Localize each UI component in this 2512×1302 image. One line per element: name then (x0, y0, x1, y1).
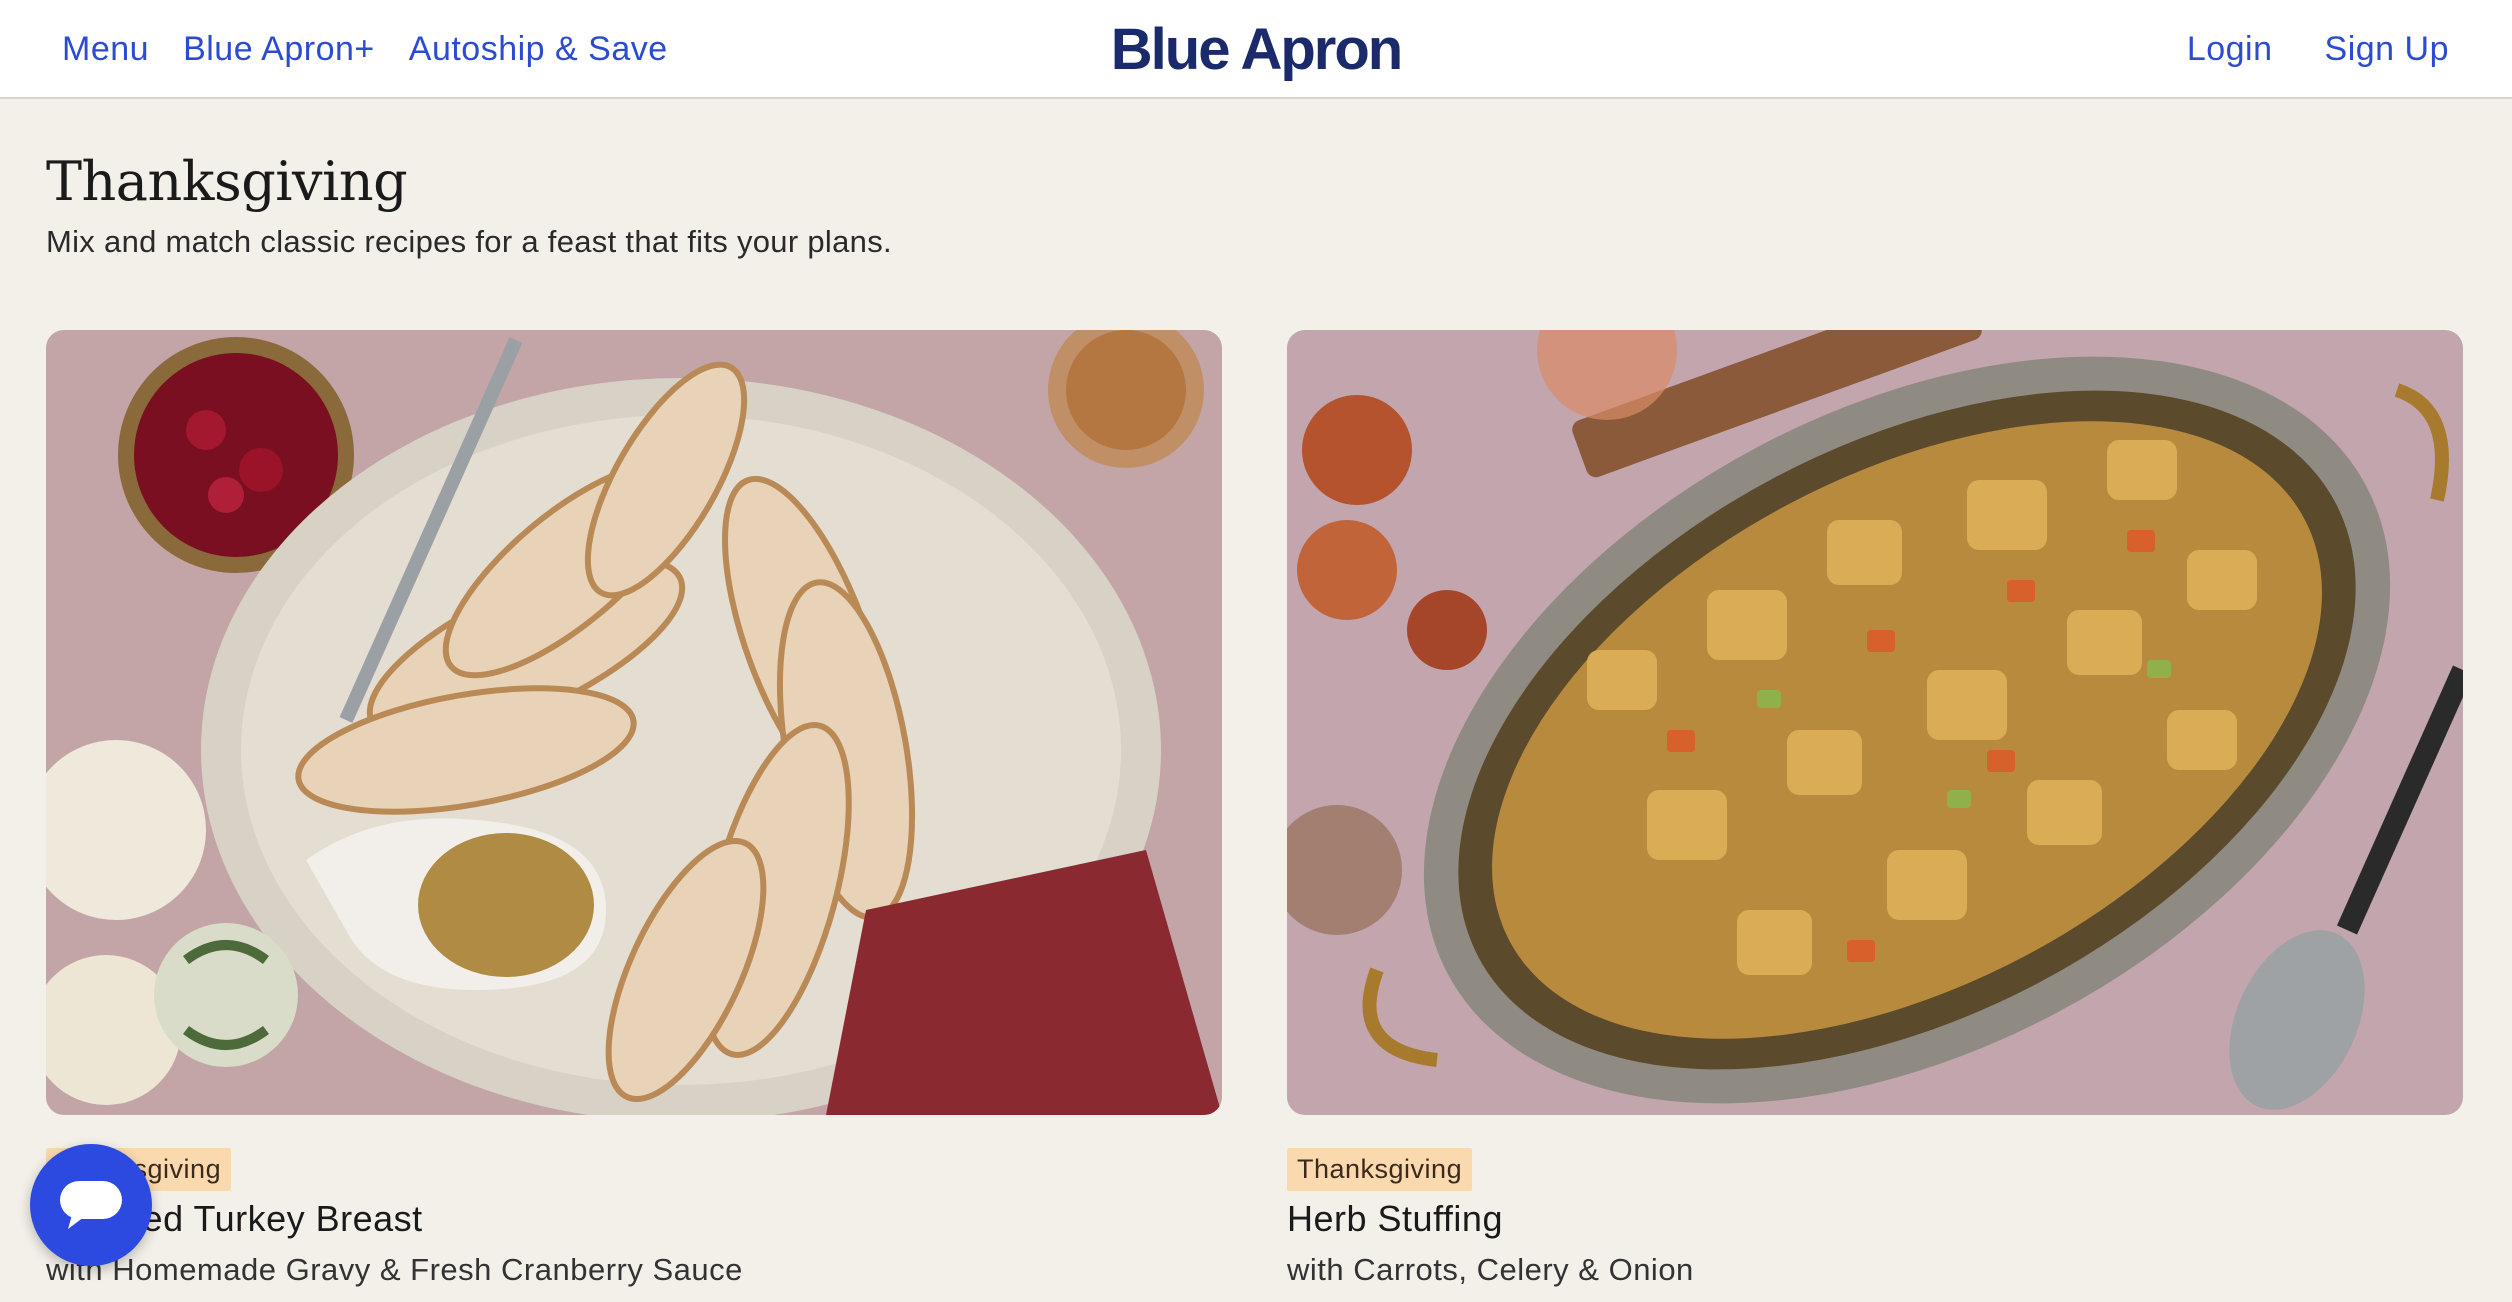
top-nav-bar: Menu Blue Apron+ Autoship & Save Blue Ap… (0, 0, 2512, 99)
recipe-description: with Carrots, Celery & Onion (1287, 1252, 1694, 1287)
nav-blue-apron-plus-link[interactable]: Blue Apron+ (183, 30, 375, 69)
recipe-card-turkey[interactable]: Thanksgiving Roasted Turkey Breast with … (46, 330, 1222, 1287)
primary-nav: Menu Blue Apron+ Autoship & Save (62, 0, 668, 99)
turkey-platter-photo[interactable] (46, 330, 1222, 1115)
recipe-title[interactable]: Herb Stuffing (1287, 1198, 1503, 1240)
recipe-card-stuffing[interactable]: Thanksgiving Herb Stuffing with Carrots,… (1287, 330, 2463, 1287)
nav-menu-link[interactable]: Menu (62, 30, 149, 69)
recipe-description: with Homemade Gravy & Fresh Cranberry Sa… (46, 1252, 743, 1287)
card-tag: Thanksgiving (1287, 1148, 1473, 1191)
chat-button[interactable] (30, 1144, 152, 1266)
account-nav: Login Sign Up (2187, 0, 2449, 99)
nav-autoship-link[interactable]: Autoship & Save (409, 30, 668, 69)
brand-logo[interactable]: Blue Apron (1111, 16, 1403, 83)
chat-bubble-icon (60, 1181, 122, 1229)
login-link[interactable]: Login (2187, 30, 2273, 69)
stuffing-pan-photo[interactable] (1287, 330, 2463, 1115)
sign-up-link[interactable]: Sign Up (2325, 30, 2449, 69)
page-title: Thanksgiving (46, 150, 408, 213)
page-subtitle: Mix and match classic recipes for a feas… (46, 224, 892, 259)
